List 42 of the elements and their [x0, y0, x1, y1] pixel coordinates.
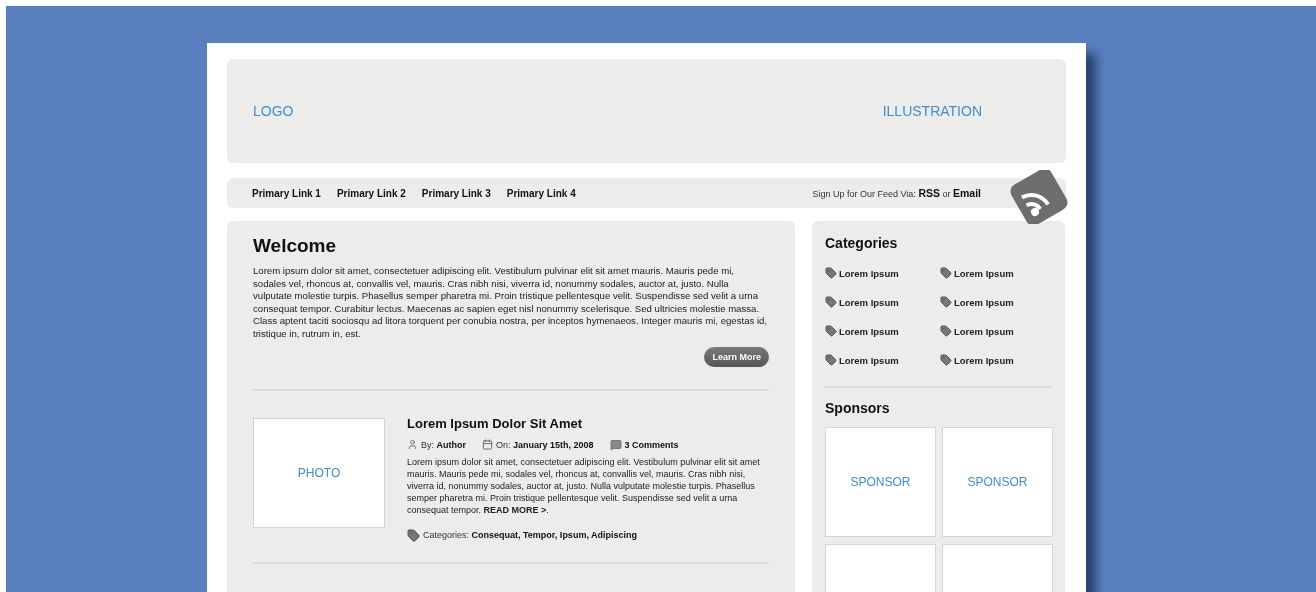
category-label[interactable]: Lorem Ipsum — [839, 296, 899, 308]
categories-heading: Categories — [825, 235, 899, 251]
date-text: On: January 15th, 2008 — [496, 439, 594, 450]
tag-icon — [407, 528, 420, 542]
post-title[interactable]: Lorem Ipsum Dolor Sit Amet — [407, 415, 769, 431]
tag-icon — [940, 354, 952, 366]
tag-icon — [825, 267, 837, 279]
photo-label: PHOTO — [297, 465, 341, 480]
nav-link[interactable]: Primary Link 2 — [336, 187, 406, 199]
tag-icon — [825, 325, 837, 337]
post-categories-text: Categories: Consequat, Tempor, Ipsum, Adipiscing — [423, 530, 638, 541]
author-text: By: Author — [421, 439, 466, 450]
sponsor-label: SPONSOR — [967, 475, 1028, 489]
person-icon — [407, 439, 418, 451]
tag-icon — [825, 354, 837, 366]
learn-more-button[interactable]: Learn More — [704, 346, 769, 367]
tag-icon — [940, 267, 952, 279]
category-label[interactable]: Lorem Ipsum — [954, 267, 1014, 279]
tag-icon — [940, 325, 952, 337]
category-label[interactable]: Lorem Ipsum — [954, 325, 1014, 337]
sponsor-label: SPONSOR — [850, 475, 911, 489]
category-label[interactable]: Lorem Ipsum — [839, 354, 899, 366]
post-excerpt: Lorem ipsum dolor sit amet, consectetuer adipiscing elit. Vestibulum pulvinar elit sit amet mauris. Mauris pede mi, sodales vel, rhoncus at, convallis vel, mauris. Cras nibh nisi, viverra id, nonummy sodales, auctor at, justo. Nulla vulputate molestie turpis. Phasellus semper pharetra mi. Proin tristique pellentesque velit. Suspendisse sed velit a urna consequat tempor. READ MORE >. — [407, 455, 761, 517]
calendar-icon — [482, 439, 493, 451]
category-label[interactable]: Lorem Ipsum — [954, 354, 1014, 366]
nav-link[interactable]: Primary Link 4 — [506, 187, 576, 199]
category-label[interactable]: Lorem Ipsum — [839, 267, 899, 279]
tag-icon — [825, 296, 837, 308]
speech-bubble-icon — [609, 438, 622, 451]
nav-link[interactable]: Primary Link 1 — [252, 187, 321, 199]
tag-icon — [940, 296, 952, 308]
sponsor-placeholder[interactable]: SPONSOR — [825, 427, 936, 537]
category-label[interactable]: Lorem Ipsum — [839, 325, 899, 337]
category-label[interactable]: Lorem Ipsum — [954, 296, 1014, 308]
feed-signup-text: Sign Up for Our Feed Via: RSS or Email — [812, 187, 981, 199]
sponsors-heading: Sponsors — [825, 400, 891, 416]
comments-link[interactable]: 3 Comments — [624, 439, 679, 450]
sponsor-placeholder[interactable]: SPONSOR — [942, 427, 1053, 537]
welcome-paragraph: Lorem ipsum dolor sit amet, consectetuer adipiscing elit. Vestibulum pulvinar elit sit amet mauris. Mauris pede mi, sodales vel, rhoncus at, convallis vel, mauris. Cras nibh nisi, viverra id, nonummy sodales, auctor at, justo. Nulla vulputate molestie turpis. Phasellus semper pharetra mi. Proin tristique pellentesque velit. Suspendisse sed velit a urna consequat tempor. Curabitur lectus. Maecenas ac sapien eget nisl nonummy scelerisque. Sed ultricies molestie massa. Class aptent taciti sociosqu ad litora torquent per conubia nostra, per inceptos hymenaeos. Integer mauris mi, egestas id, tristique in, rutrum in, est. — [253, 265, 769, 341]
nav-link[interactable]: Primary Link 3 — [421, 187, 491, 199]
welcome-heading: Welcome — [253, 235, 338, 257]
illustration-label: ILLUSTRATION — [882, 103, 982, 119]
